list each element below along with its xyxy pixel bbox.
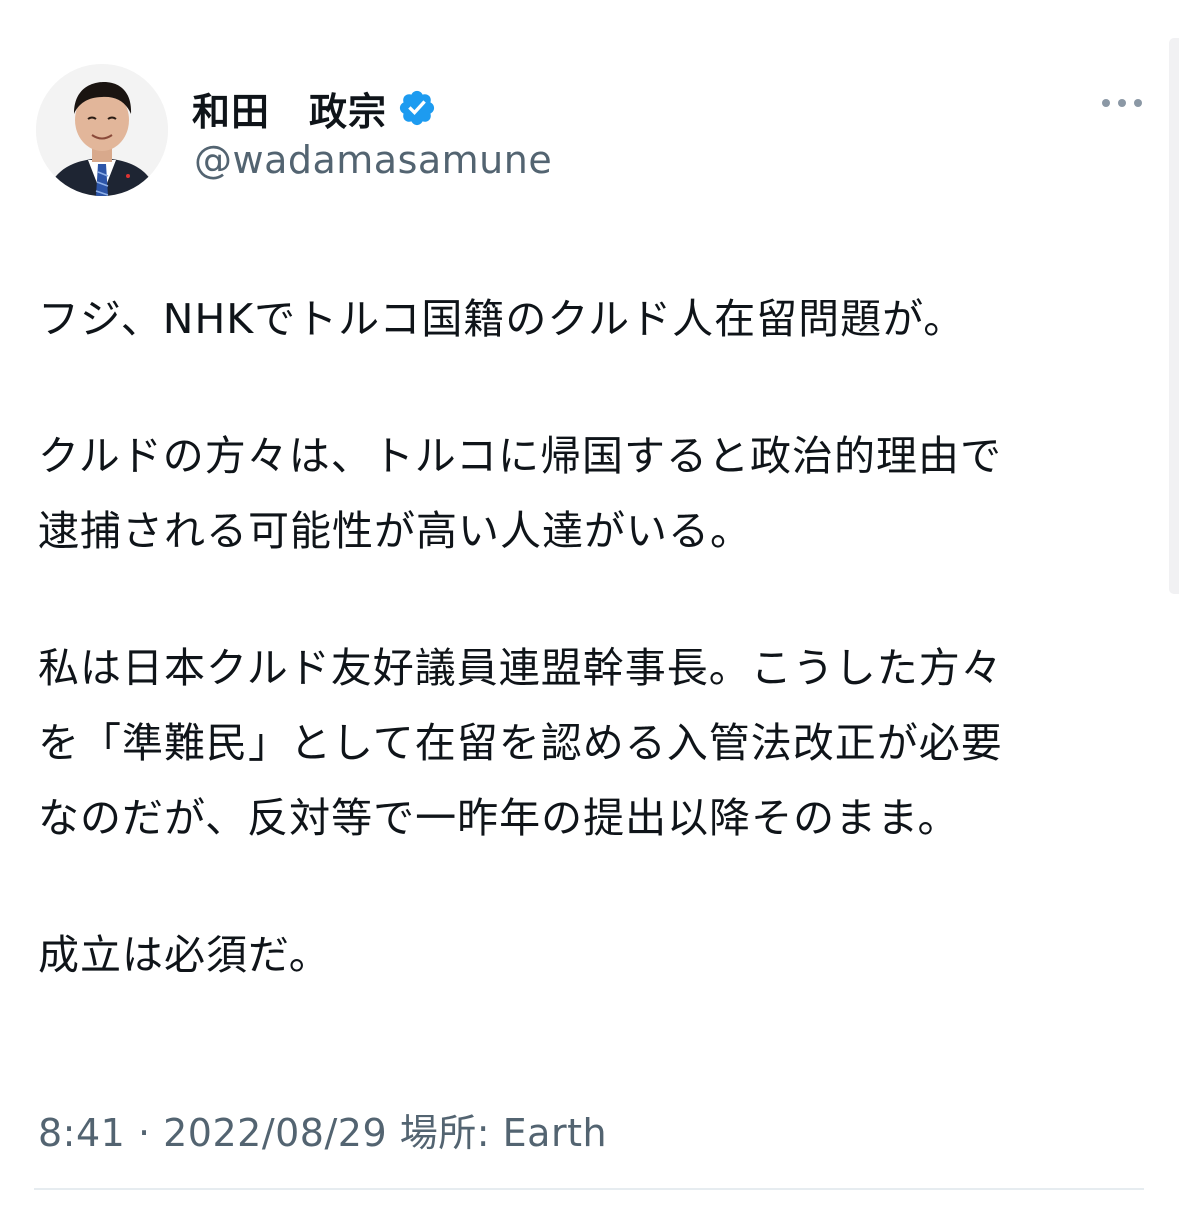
tweet-date[interactable]: 2022/08/29 [163, 1111, 387, 1155]
tweet-paragraph: 私は日本クルド友好議員連盟幹事長。こうした方々 を「準難民」として在留を認める入… [38, 631, 1148, 856]
tweet-line: フジ、NHKでトルコ国籍のクルド人在留問題が。 [38, 295, 966, 343]
tweet-header: 和田 政宗 @wadamasamune [36, 64, 1146, 198]
tweet-line: 成立は必須だ。 [38, 931, 331, 979]
tweet-paragraph: クルドの方々は、トルコに帰国すると政治的理由で 逮捕される可能性が高い人達がいる… [38, 419, 1148, 569]
tweet-meta: 8:41 · 2022/08/29 場所: Earth [38, 1102, 607, 1157]
tweet-paragraph: 成立は必須だ。 [38, 918, 1148, 993]
more-horizontal-icon [1102, 99, 1142, 107]
avatar[interactable] [36, 64, 168, 196]
display-name[interactable]: 和田 政宗 [192, 81, 387, 136]
tweet-line: を「準難民」として在留を認める入管法改正が必要 [38, 719, 1003, 767]
tweet-text: フジ、NHKでトルコ国籍のクルド人在留問題が。 クルドの方々は、トルコに帰国する… [38, 282, 1148, 993]
author-name-row: 和田 政宗 [192, 82, 437, 134]
tweet-paragraph: フジ、NHKでトルコ国籍のクルド人在留問題が。 [38, 282, 1148, 357]
divider [34, 1188, 1144, 1190]
tweet-time[interactable]: 8:41 [38, 1111, 125, 1155]
more-button[interactable] [1098, 88, 1146, 118]
meta-separator: · [137, 1111, 151, 1155]
tweet-line: なのだが、反対等で一昨年の提出以降そのまま。 [38, 794, 960, 842]
location-label: 場所: [399, 1111, 491, 1155]
tweet-location[interactable]: Earth [503, 1111, 607, 1155]
tweet-line: 私は日本クルド友好議員連盟幹事長。こうした方々 [38, 644, 1003, 692]
tweet-line: クルドの方々は、トルコに帰国すると政治的理由で [38, 432, 1002, 480]
scroll-indicator[interactable] [1169, 38, 1179, 594]
handle[interactable]: @wadamasamune [194, 138, 552, 182]
profile-photo-icon [36, 64, 168, 196]
tweet-line: 逮捕される可能性が高い人達がいる。 [38, 507, 752, 555]
verified-badge-icon [399, 90, 435, 126]
